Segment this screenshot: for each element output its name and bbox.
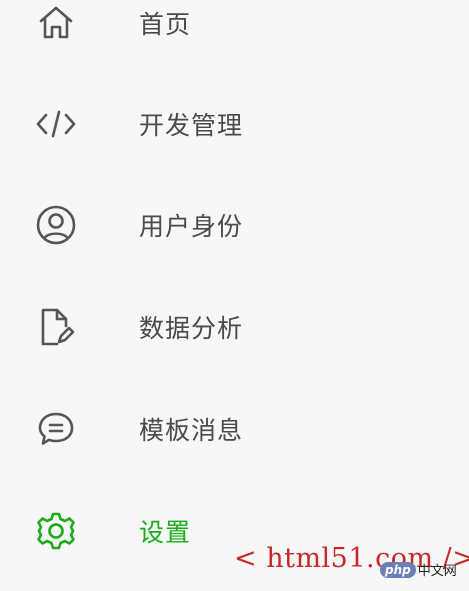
nav-label-dev-management: 开发管理 <box>139 111 244 140</box>
chat-bubble-icon <box>35 408 77 450</box>
watermark-cn-label: 中文网 <box>417 564 457 579</box>
watermark-badge: php 中文网 <box>380 560 457 579</box>
user-circle-icon <box>35 204 77 246</box>
gear-icon <box>35 510 77 552</box>
nav-item-data-analysis[interactable]: 数据分析 <box>0 287 460 367</box>
nav-label-data-analysis: 数据分析 <box>139 314 244 343</box>
nav-label-home: 首页 <box>139 10 192 39</box>
nav-item-dev-management[interactable]: 开发管理 <box>0 84 460 164</box>
code-icon <box>35 103 77 145</box>
nav-item-home[interactable]: 首页 <box>0 0 460 63</box>
site-watermark: < html51.com /> php 中文网 <box>234 538 469 580</box>
home-icon <box>35 2 77 44</box>
sidebar-menu: 首页 开发管理 用户身份 数据分析 模板消息 设置 < html51.com /… <box>0 0 469 591</box>
nav-item-template-messages[interactable]: 模板消息 <box>0 389 460 469</box>
nav-label-settings: 设置 <box>139 518 192 547</box>
watermark-php-logo: php <box>380 561 416 578</box>
nav-label-user-identity: 用户身份 <box>139 212 244 241</box>
document-edit-icon <box>35 306 77 348</box>
nav-item-user-identity[interactable]: 用户身份 <box>0 185 460 265</box>
nav-label-template-messages: 模板消息 <box>139 416 244 445</box>
